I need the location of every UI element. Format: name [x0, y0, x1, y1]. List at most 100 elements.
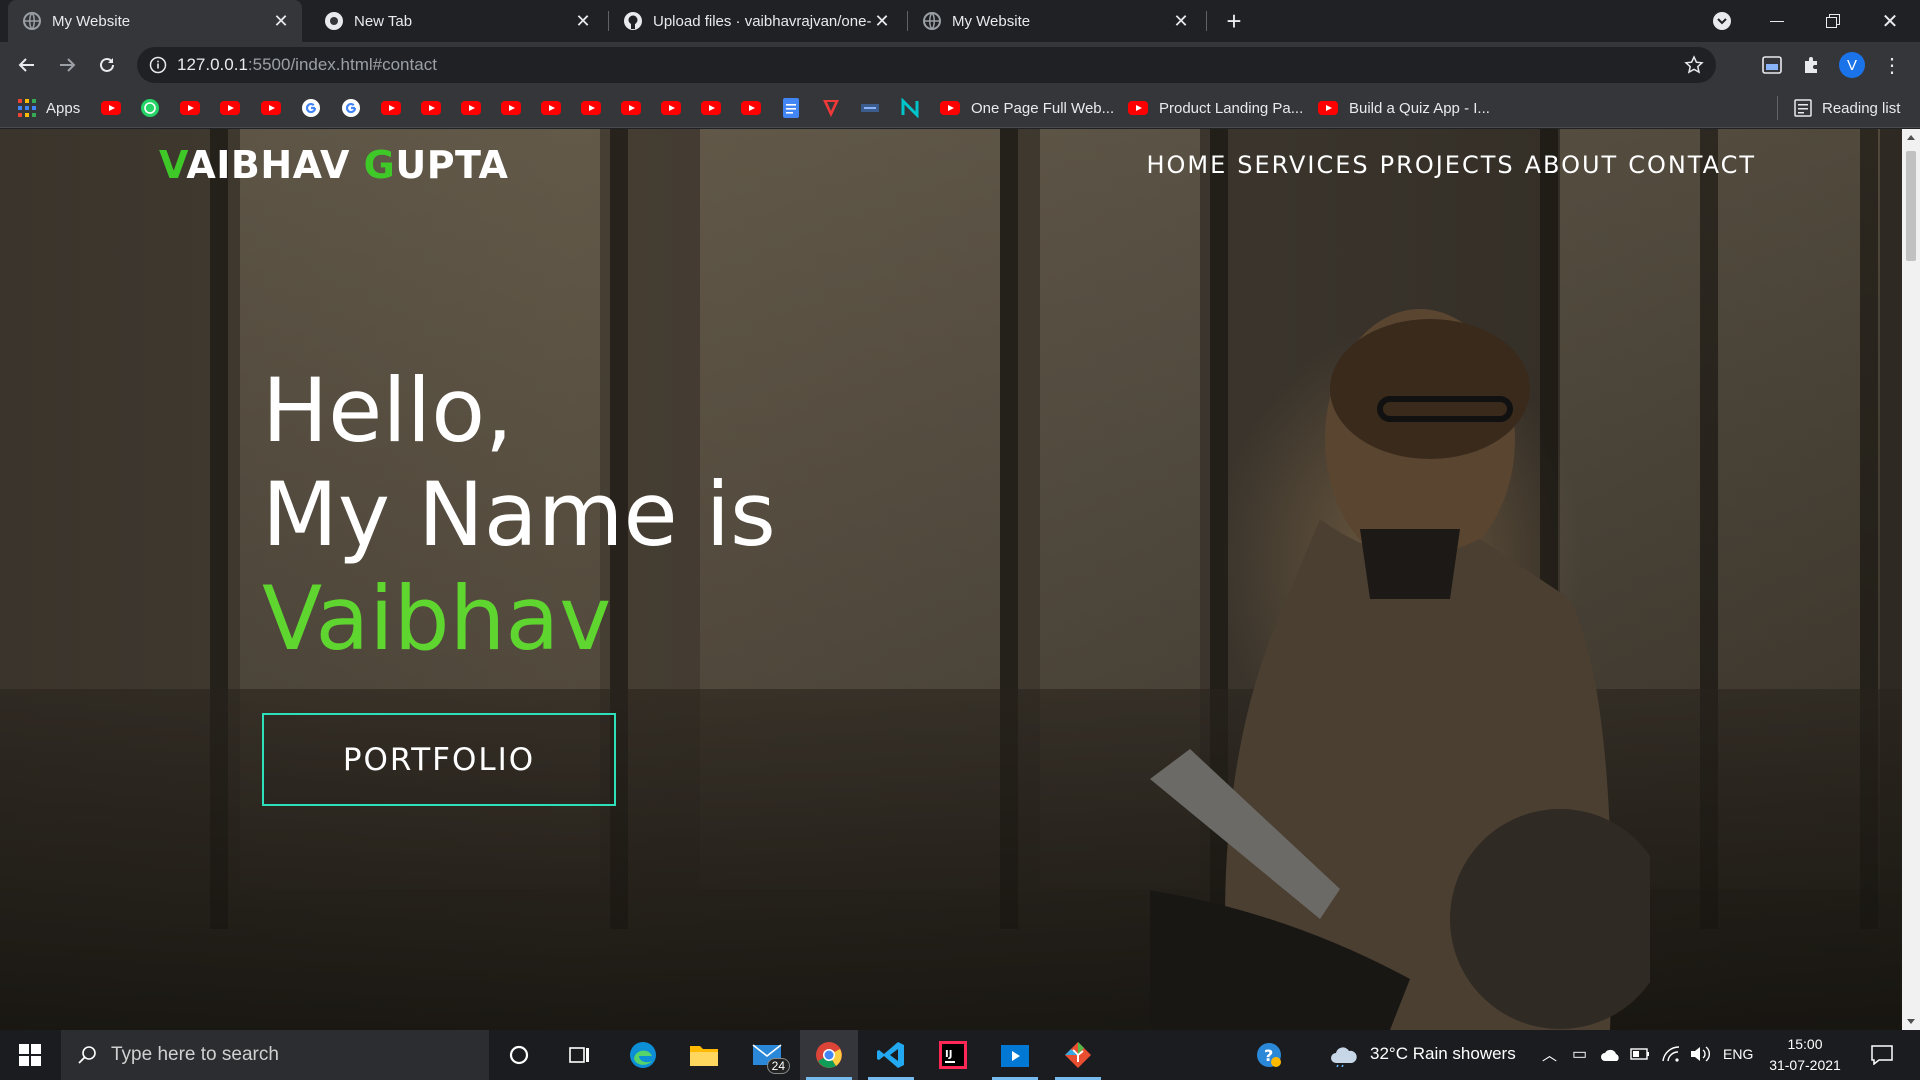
apps-label: Apps: [46, 99, 81, 117]
bookmark-product-landing[interactable]: Product Landing Pa...: [1128, 98, 1303, 118]
bookmark-apps[interactable]: Apps: [18, 98, 80, 118]
close-icon[interactable]: ✕: [871, 11, 893, 32]
bookmark-google[interactable]: [341, 98, 361, 118]
search-placeholder: Type here to search: [111, 1044, 279, 1065]
taskbar-search-box[interactable]: Type here to search: [61, 1030, 489, 1080]
taskbar-file-explorer[interactable]: [675, 1030, 733, 1080]
bookmark-whatsapp[interactable]: [140, 98, 160, 118]
scroll-down-arrow[interactable]: [1907, 1019, 1915, 1024]
bookmark-youtube[interactable]: [461, 98, 481, 118]
tab-my-website[interactable]: My Website ✕: [8, 0, 302, 42]
action-center-button[interactable]: [1853, 1030, 1911, 1080]
language-indicator[interactable]: ENG: [1723, 1046, 1753, 1062]
bookmark-youtube[interactable]: [661, 98, 681, 118]
close-icon[interactable]: ✕: [270, 11, 292, 32]
globe-icon: [923, 12, 941, 30]
restore-button[interactable]: [1805, 0, 1861, 42]
star-icon[interactable]: [1684, 55, 1704, 75]
extensions-button[interactable]: [1796, 49, 1828, 81]
bookmark-docs[interactable]: [782, 98, 800, 118]
tab-upload-files[interactable]: Upload files · vaibhavrajvan/one- ✕: [609, 0, 903, 42]
reading-list-button[interactable]: Reading list: [1794, 98, 1900, 118]
taskbar-media-player[interactable]: [986, 1030, 1044, 1080]
url-text: 127.0.0.1:5500/index.html#contact: [177, 55, 437, 75]
cast-button[interactable]: [1756, 49, 1788, 81]
bookmark-n[interactable]: [900, 98, 920, 118]
tab-new-tab[interactable]: New Tab ✕: [310, 0, 604, 42]
bookmark-label: Build a Quiz App - I...: [1349, 99, 1490, 117]
taskbar-edge[interactable]: [614, 1030, 672, 1080]
hero-person-image: [1150, 309, 1650, 1030]
bookmark-youtube[interactable]: [421, 98, 441, 118]
bookmark-youtube[interactable]: [220, 98, 240, 118]
reload-button[interactable]: [91, 49, 123, 81]
notification-icon: [1871, 1045, 1893, 1065]
bookmark-one-page[interactable]: One Page Full Web...: [940, 98, 1114, 118]
menu-button[interactable]: ⋮: [1876, 49, 1908, 81]
close-icon[interactable]: ✕: [1170, 11, 1192, 32]
weather-widget[interactable]: 32°C Rain showers: [1370, 1044, 1516, 1064]
tab-my-website-2[interactable]: My Website ✕: [908, 0, 1202, 42]
back-button[interactable]: [11, 49, 43, 81]
battery-icon[interactable]: [1630, 1047, 1650, 1061]
reading-list-icon: [1794, 99, 1812, 117]
task-view-button[interactable]: [551, 1030, 609, 1080]
nav-home[interactable]: HOME: [1146, 151, 1227, 179]
bookmark-site[interactable]: [861, 98, 879, 118]
taskbar-mail[interactable]: 24: [738, 1030, 796, 1080]
url-host: 127.0.0.1: [177, 55, 248, 74]
bookmark-youtube[interactable]: [501, 98, 521, 118]
taskbar-chrome[interactable]: [800, 1030, 858, 1080]
scroll-up-arrow[interactable]: [1907, 135, 1915, 140]
wifi-icon[interactable]: [1661, 1045, 1681, 1063]
nav-services[interactable]: SERVICES: [1237, 151, 1369, 179]
clock[interactable]: 15:00 31-07-2021: [1762, 1034, 1848, 1076]
new-tab-button[interactable]: +: [1206, 0, 1262, 42]
nav-contact[interactable]: CONTACT: [1628, 151, 1756, 179]
taskbar-git[interactable]: [1049, 1030, 1107, 1080]
video-player-icon: [1001, 1045, 1029, 1067]
onedrive-icon[interactable]: [1600, 1048, 1622, 1062]
bookmark-youtube[interactable]: [180, 98, 200, 118]
minimize-button[interactable]: [1749, 0, 1805, 42]
help-tray-button[interactable]: ?: [1240, 1030, 1298, 1080]
bookmark-youtube[interactable]: [581, 98, 601, 118]
tab-search-button[interactable]: [1694, 0, 1750, 42]
close-window-button[interactable]: ✕: [1862, 0, 1918, 42]
info-icon[interactable]: [149, 56, 167, 74]
bookmark-vivaldi[interactable]: [821, 98, 841, 118]
chrome-icon: [816, 1042, 842, 1068]
bookmark-youtube[interactable]: [741, 98, 761, 118]
scrollbar-thumb[interactable]: [1906, 151, 1916, 261]
page-scrollbar[interactable]: [1902, 129, 1920, 1030]
taskbar-intellij[interactable]: IJ: [924, 1030, 982, 1080]
help-icon: ?: [1257, 1043, 1281, 1067]
nav-about[interactable]: ABOUT: [1525, 151, 1619, 179]
bookmark-google[interactable]: [301, 98, 321, 118]
apps-grid-icon: [18, 99, 36, 117]
address-bar[interactable]: 127.0.0.1:5500/index.html#contact: [137, 47, 1716, 83]
portfolio-button[interactable]: PORTFOLIO: [262, 713, 616, 806]
start-button[interactable]: [0, 1030, 60, 1080]
meet-now-icon[interactable]: ▭: [1572, 1044, 1587, 1064]
chrome-icon: [325, 12, 343, 30]
arrow-right-icon: [60, 58, 76, 72]
google-icon: [342, 99, 360, 117]
bookmark-youtube[interactable]: [541, 98, 561, 118]
profile-button[interactable]: V: [1836, 49, 1868, 81]
chevron-up-icon[interactable]: ︿: [1542, 1044, 1557, 1065]
bookmark-youtube[interactable]: [261, 98, 281, 118]
bookmark-youtube[interactable]: [701, 98, 721, 118]
volume-icon[interactable]: [1690, 1045, 1712, 1063]
nav-projects[interactable]: PROJECTS: [1380, 151, 1515, 179]
bookmark-quiz-app[interactable]: Build a Quiz App - I...: [1318, 98, 1490, 118]
cortana-button[interactable]: [490, 1030, 548, 1080]
bookmark-youtube[interactable]: [381, 98, 401, 118]
site-logo[interactable]: VAIBHAV GUPTA: [159, 143, 508, 187]
close-icon[interactable]: ✕: [572, 11, 594, 32]
forward-button[interactable]: [51, 49, 83, 81]
bookmark-youtube[interactable]: [101, 98, 121, 118]
taskbar-vscode[interactable]: [862, 1030, 920, 1080]
youtube-icon: [180, 101, 200, 115]
bookmark-youtube[interactable]: [621, 98, 641, 118]
